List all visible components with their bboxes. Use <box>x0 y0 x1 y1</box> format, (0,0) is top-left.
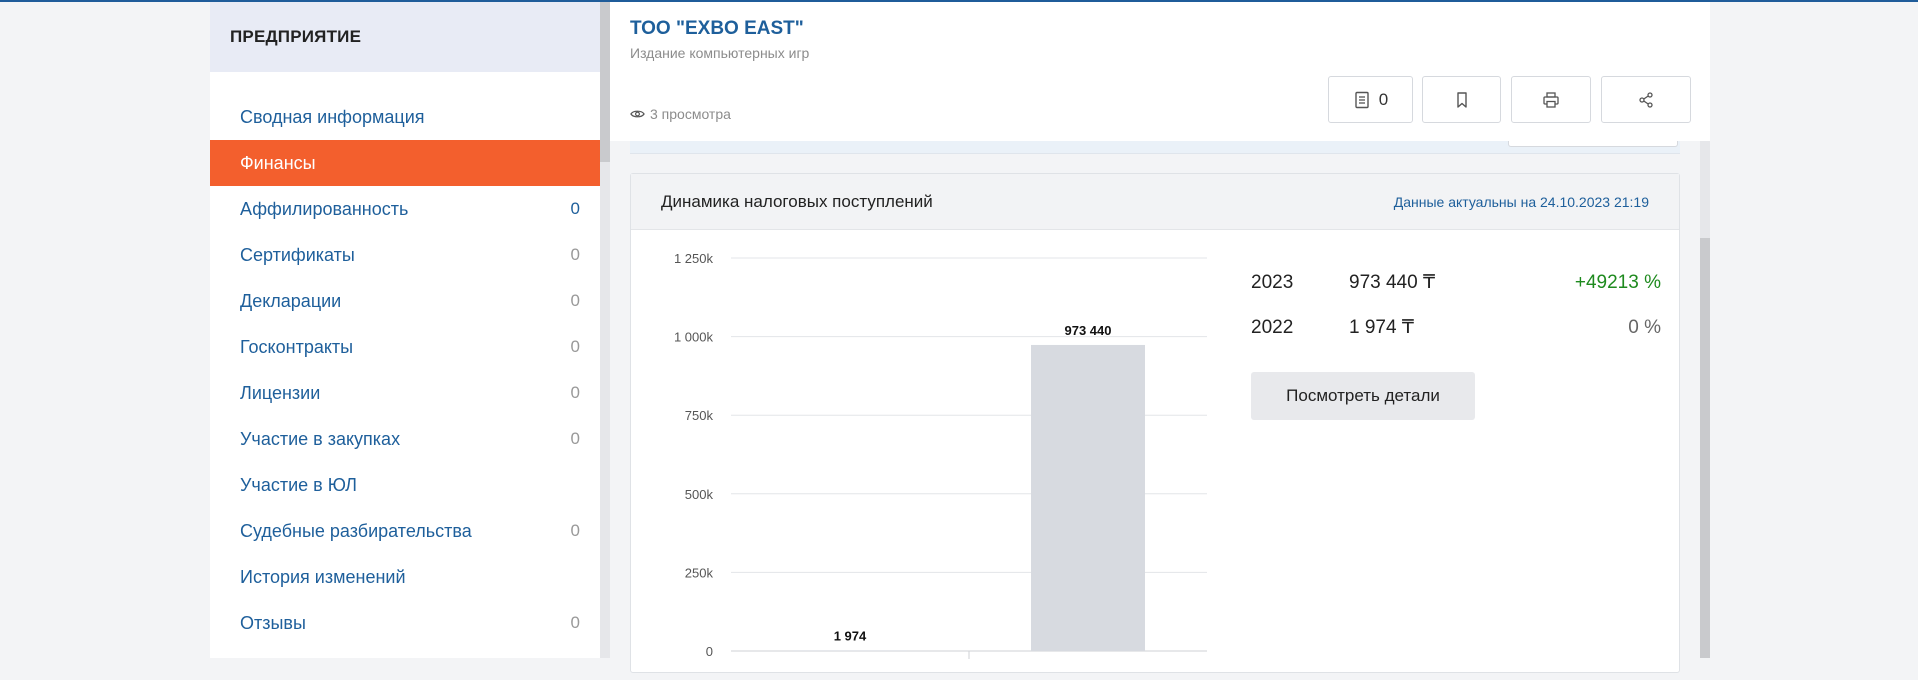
sidebar-item-affiliation[interactable]: Аффилированность 0 <box>210 186 600 232</box>
sidebar-item-procurement[interactable]: Участие в закупках 0 <box>210 416 600 462</box>
sidebar-item-label: Участие в ЮЛ <box>240 474 357 495</box>
previous-section-strip <box>630 141 1680 154</box>
print-button[interactable] <box>1511 76 1591 123</box>
eye-icon <box>630 110 645 118</box>
sidebar-item-label: Финансы <box>240 152 316 173</box>
stat-change: +49213 % <box>1574 271 1661 293</box>
sidebar-item-declarations[interactable]: Декларации 0 <box>210 278 600 324</box>
sidebar-scrollbar-thumb[interactable] <box>600 2 610 162</box>
share-button[interactable] <box>1601 76 1691 123</box>
bar <box>1031 344 1145 651</box>
sidebar-item-label: Декларации <box>240 290 342 311</box>
sidebar-item-label: Судебные разбирательства <box>240 520 472 541</box>
bar-value-label: 973 440 <box>1065 323 1112 338</box>
card-title: Динамика налоговых поступлений <box>661 191 933 211</box>
y-tick-label: 1 000k <box>674 330 714 345</box>
stat-amount: 973 440 ₸ <box>1349 272 1436 293</box>
share-icon <box>1639 91 1653 108</box>
view-details-button[interactable]: Посмотреть детали <box>1251 372 1475 420</box>
sidebar-item-count: 0 <box>570 245 580 264</box>
sidebar-menu: Сводная информация Финансы Аффилированно… <box>210 94 600 646</box>
bookmark-button[interactable] <box>1422 76 1501 123</box>
main-content: Динамика налоговых поступлений Данные ак… <box>610 2 1710 673</box>
sidebar-item-count: 0 <box>570 337 580 356</box>
sidebar-item-contracts[interactable]: Госконтракты 0 <box>210 324 600 370</box>
company-header: ТОО "EXBO EAST" Издание компьютерных игр… <box>610 2 1710 141</box>
sidebar-item-licenses[interactable]: Лицензии 0 <box>210 370 600 416</box>
document-icon <box>1355 91 1369 108</box>
sidebar-item-reviews[interactable]: Отзывы 0 <box>210 600 600 646</box>
stat-row: 2022 1 974 ₸ 0 % <box>1251 305 1661 350</box>
bookmark-icon <box>1456 91 1467 108</box>
bar <box>793 650 907 651</box>
y-tick-label: 0 <box>706 644 713 659</box>
y-tick-label: 500k <box>685 487 714 502</box>
sidebar-item-count: 0 <box>570 199 580 218</box>
sidebar-scrollbar[interactable] <box>600 2 610 658</box>
previous-section-button[interactable] <box>1508 141 1678 147</box>
sidebar-item-label: Лицензии <box>240 382 321 403</box>
sidebar-item-certificates[interactable]: Сертификаты 0 <box>210 232 600 278</box>
main-scrollbar[interactable] <box>1700 141 1710 658</box>
sidebar-item-finance[interactable]: Финансы <box>210 140 600 186</box>
sidebar-item-history[interactable]: История изменений <box>210 554 600 600</box>
notes-count: 0 <box>1378 89 1389 109</box>
sidebar-item-label: Сводная информация <box>240 106 425 127</box>
y-tick-label: 750k <box>685 408 714 423</box>
company-activity: Издание компьютерных игр <box>630 45 810 61</box>
y-tick-label: 1 250k <box>674 251 714 266</box>
views-count: 3 просмотра <box>650 106 731 122</box>
sidebar-item-count: 0 <box>570 383 580 402</box>
stat-change: 0 % <box>1628 316 1661 338</box>
sidebar-item-litigation[interactable]: Судебные разбирательства 0 <box>210 508 600 554</box>
sidebar-item-legal-entities[interactable]: Участие в ЮЛ <box>210 462 600 508</box>
sidebar-item-count: 0 <box>570 429 580 448</box>
sidebar-item-summary[interactable]: Сводная информация <box>210 94 600 140</box>
notes-button[interactable]: 0 <box>1328 76 1413 123</box>
stat-year: 2023 <box>1251 271 1294 293</box>
views-counter: 3 просмотра <box>630 106 731 122</box>
sidebar-item-label: История изменений <box>240 566 406 587</box>
sidebar: ПРЕДПРИЯТИЕ Сводная информация Финансы А… <box>210 2 600 658</box>
stats-table: 2023 973 440 ₸ +49213 % 2022 1 974 ₸ 0 %… <box>1251 260 1661 420</box>
sidebar-item-label: Участие в закупках <box>240 428 401 449</box>
sidebar-item-label: Сертификаты <box>240 244 355 265</box>
company-name[interactable]: ТОО "EXBO EAST" <box>630 18 804 40</box>
stat-row: 2023 973 440 ₸ +49213 % <box>1251 260 1661 305</box>
sidebar-item-label: Отзывы <box>240 612 306 633</box>
printer-icon <box>1543 91 1559 108</box>
sidebar-item-count: 0 <box>570 613 580 632</box>
tax-revenue-card: Динамика налоговых поступлений Данные ак… <box>630 173 1680 673</box>
sidebar-item-label: Аффилированность <box>240 198 409 219</box>
sidebar-item-label: Госконтракты <box>240 336 354 357</box>
tax-revenue-chart: 0 250k 500k 750k 1 000k 1 250k 1 974 973 440 <box>674 251 1207 659</box>
y-tick-label: 250k <box>685 565 714 580</box>
stat-year: 2022 <box>1251 316 1294 338</box>
stat-amount: 1 974 ₸ <box>1349 317 1414 338</box>
sidebar-item-count: 0 <box>570 291 580 310</box>
bar-value-label: 1 974 <box>834 628 867 643</box>
data-updated-date: Данные актуальны на 24.10.2023 21:19 <box>1393 193 1649 210</box>
sidebar-title: ПРЕДПРИЯТИЕ <box>210 2 600 72</box>
card-header: Динамика налоговых поступлений Данные ак… <box>631 174 1679 230</box>
main-scrollbar-thumb[interactable] <box>1700 238 1710 658</box>
sidebar-item-count: 0 <box>570 521 580 540</box>
